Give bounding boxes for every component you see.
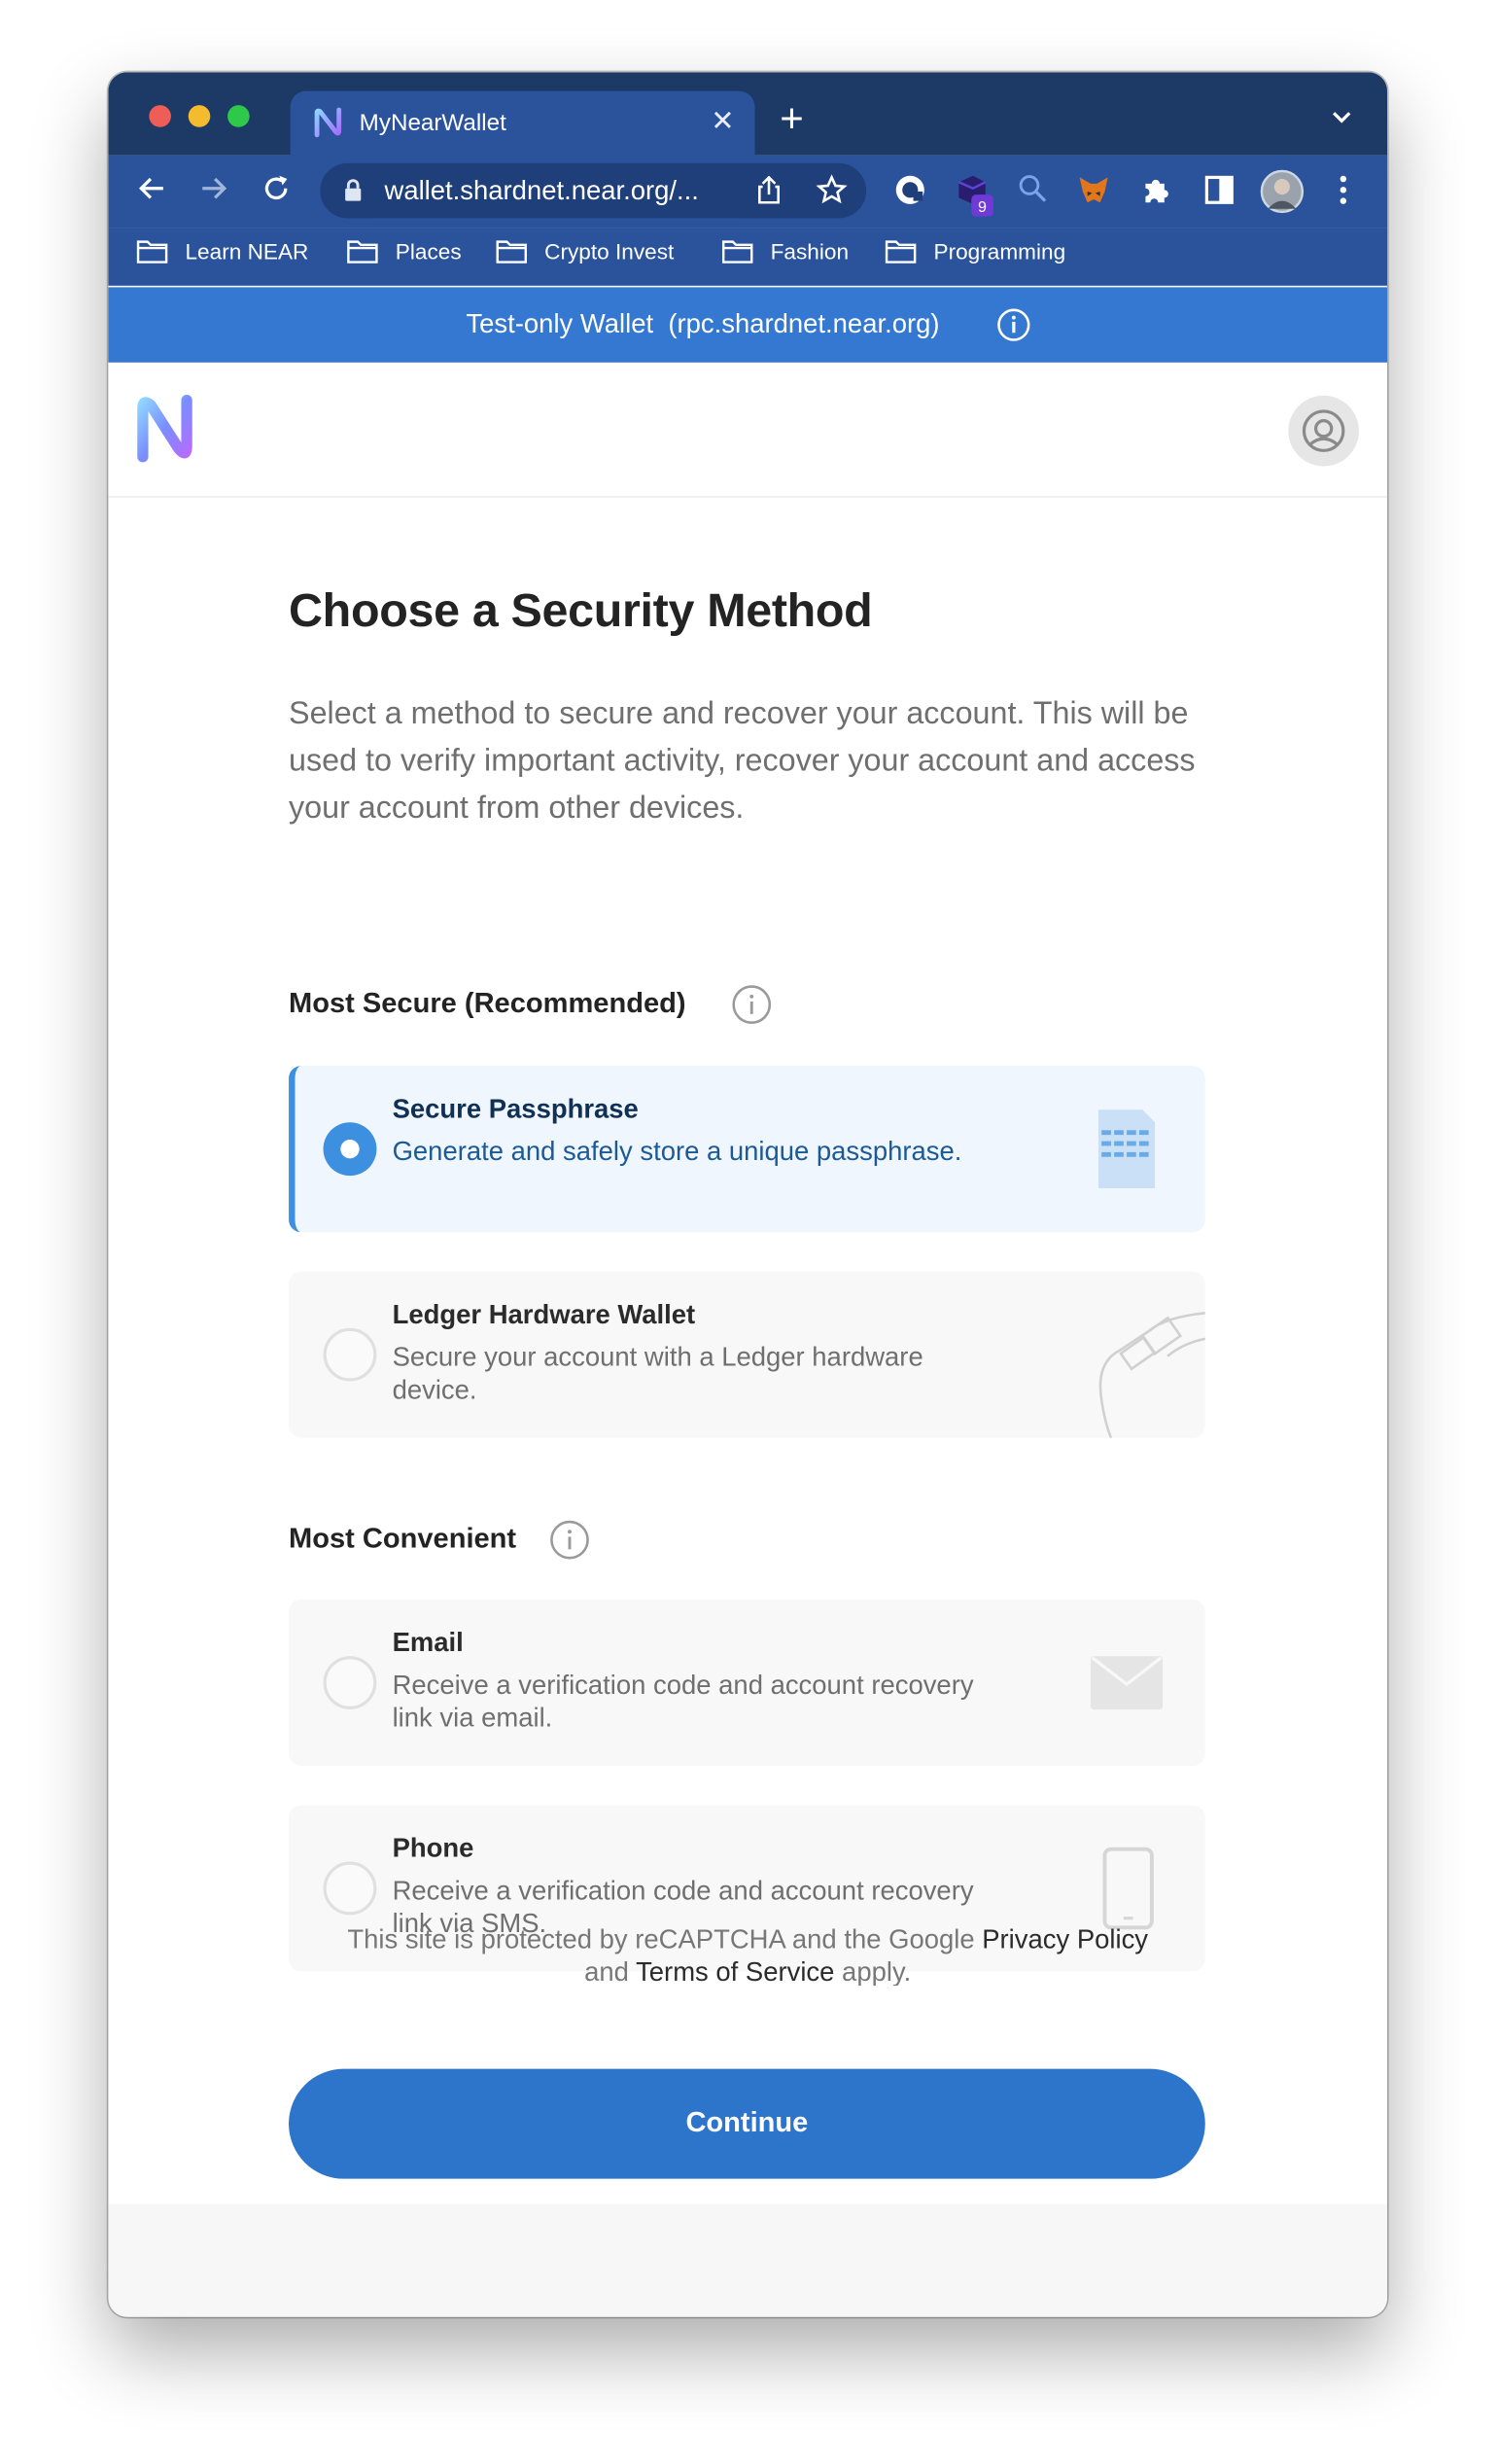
forward-arrow-icon[interactable]	[197, 173, 228, 204]
share-icon[interactable]	[756, 175, 782, 204]
maximize-window-button[interactable]	[227, 105, 250, 127]
radio-button[interactable]	[323, 1656, 377, 1709]
banner-text: Test-only Wallet (rpc.shardnet.near.org)	[466, 309, 940, 339]
envelope-icon	[1090, 1656, 1164, 1709]
section-most-convenient: Most Convenient	[289, 1520, 589, 1560]
folder-icon	[347, 240, 378, 264]
info-icon[interactable]	[996, 307, 1031, 342]
close-window-button[interactable]	[149, 105, 171, 127]
mynearwallet-favicon-icon	[314, 107, 342, 138]
user-circle-icon	[1302, 409, 1345, 452]
page-intro: Select a method to secure and recover yo…	[289, 696, 1196, 827]
new-tab-button[interactable]: +	[780, 97, 804, 138]
chevron-down-icon[interactable]	[1331, 110, 1353, 125]
option-description: Generate and safely store a unique passp…	[392, 1136, 962, 1167]
option-ledger-hardware-wallet[interactable]: Ledger Hardware Wallet Secure your accou…	[289, 1271, 1205, 1438]
address-bar[interactable]: wallet.shardnet.near.org/...	[320, 162, 867, 219]
option-title: Phone	[392, 1833, 474, 1864]
app-header	[108, 362, 1388, 498]
option-title: Email	[392, 1628, 464, 1658]
back-arrow-icon[interactable]	[136, 173, 167, 204]
radio-button[interactable]	[323, 1122, 377, 1177]
test-wallet-banner: Test-only Wallet (rpc.shardnet.near.org)	[108, 287, 1388, 363]
privacy-policy-link[interactable]: Privacy Policy	[982, 1924, 1148, 1954]
terms-of-service-link[interactable]: Terms of Service	[636, 1957, 834, 1986]
lock-icon	[345, 179, 362, 201]
puzzle-extensions-icon[interactable]	[1139, 173, 1174, 208]
folder-icon	[885, 240, 917, 264]
account-button[interactable]	[1288, 395, 1359, 467]
browser-window: MyNearWallet ✕ + wallet.shardnet.near.or…	[108, 72, 1388, 2317]
passphrase-document-icon	[1098, 1109, 1156, 1189]
folder-icon	[136, 240, 168, 264]
profile-avatar[interactable]	[1260, 169, 1305, 214]
star-bookmark-icon[interactable]	[816, 174, 848, 205]
browser-tab[interactable]: MyNearWallet ✕	[290, 90, 755, 162]
info-icon[interactable]	[549, 1520, 590, 1561]
page-title: Choose a Security Method	[289, 585, 873, 638]
ledger-usb-icon	[1098, 1312, 1205, 1438]
option-secure-passphrase[interactable]: Secure Passphrase Generate and safely st…	[289, 1066, 1205, 1233]
phone-icon	[1102, 1847, 1154, 1930]
option-description: Secure your account with a Ledger hardwa…	[392, 1342, 923, 1405]
password-extension-icon[interactable]	[893, 173, 928, 208]
title-bar: MyNearWallet ✕ +	[108, 72, 1388, 162]
radio-button[interactable]	[323, 1861, 377, 1916]
info-icon[interactable]	[731, 984, 772, 1025]
metamask-fox-icon[interactable]	[1076, 173, 1111, 208]
bookmarks-bar: Learn NEAR Places Crypto Invest Fashion …	[108, 228, 1388, 286]
mynearwallet-logo-icon[interactable]	[133, 394, 196, 463]
cube-extension-icon[interactable]: 9	[954, 173, 994, 217]
recaptcha-notice: This site is protected by reCAPTCHA and …	[347, 1924, 1149, 1987]
folder-icon	[496, 240, 528, 264]
reload-icon[interactable]	[261, 173, 292, 204]
minimize-window-button[interactable]	[188, 105, 211, 127]
magnifier-extension-icon[interactable]	[1015, 173, 1050, 208]
side-panel-icon[interactable]	[1202, 173, 1237, 208]
folder-icon	[721, 240, 753, 264]
radio-button[interactable]	[323, 1327, 377, 1382]
extension-badge: 9	[978, 198, 987, 216]
tab-title: MyNearWallet	[359, 110, 506, 137]
section-most-secure: Most Secure (Recommended)	[289, 985, 772, 1025]
browser-toolbar: wallet.shardnet.near.org/... 9	[108, 155, 1388, 229]
option-description: Receive a verification code and account …	[392, 1670, 974, 1734]
kebab-menu-icon[interactable]	[1329, 173, 1357, 208]
url-text: wallet.shardnet.near.org/...	[384, 175, 699, 206]
continue-button[interactable]: Continue	[289, 2068, 1205, 2179]
option-title: Secure Passphrase	[392, 1094, 639, 1124]
page-footer	[108, 2203, 1388, 2317]
close-icon[interactable]: ✕	[711, 105, 734, 138]
option-email[interactable]: Email Receive a verification code and ac…	[289, 1599, 1205, 1767]
option-title: Ledger Hardware Wallet	[392, 1299, 696, 1330]
